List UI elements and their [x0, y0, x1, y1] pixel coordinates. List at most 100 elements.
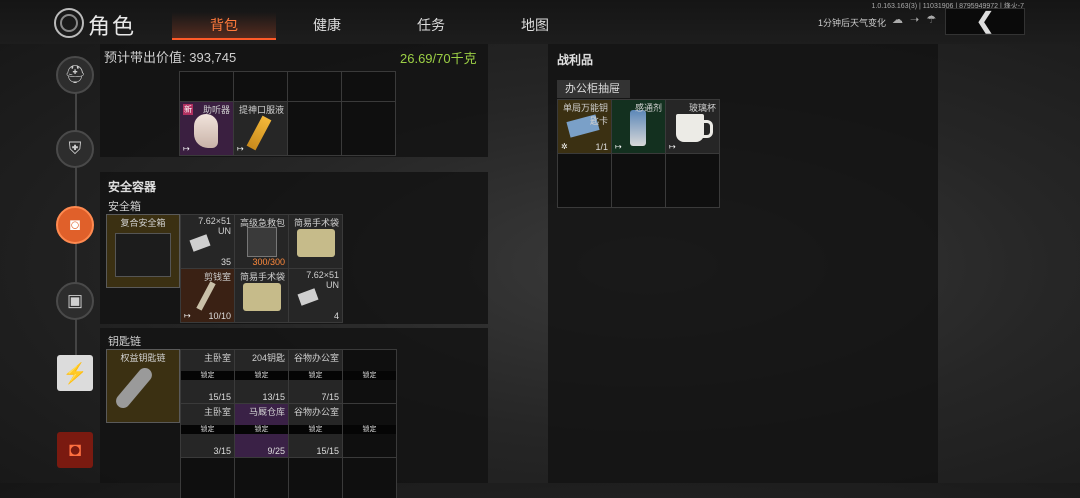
new-badge: 新: [183, 104, 193, 115]
key-slot[interactable]: 主卧室 锁定 3/15: [180, 403, 235, 458]
loot-source-tab[interactable]: 办公柜抽屉: [557, 80, 630, 98]
keychain-icon: [113, 365, 155, 411]
loot-title: 战利品: [557, 53, 594, 67]
item-count: 10/10: [208, 311, 231, 321]
item-count: 4: [333, 311, 339, 321]
key-icon: [196, 281, 216, 311]
item-count: 3/15: [213, 446, 231, 456]
item-name: 谷物办公室: [293, 407, 339, 417]
loot-empty-cell[interactable]: [557, 153, 612, 208]
item-surgery-kit[interactable]: 简易手术袋: [288, 214, 343, 269]
estimated-value: 预计带出价值: 393,745: [104, 47, 236, 66]
grid-cell[interactable]: [179, 71, 234, 102]
item-name: 权益钥匙链: [120, 353, 166, 363]
item-name: 剪钱室: [203, 272, 231, 282]
item-ammo[interactable]: 7.62×51 UN 35: [180, 214, 235, 269]
keychain-item[interactable]: 权益钥匙链: [106, 349, 180, 423]
secure-title: 安全容器: [108, 180, 157, 194]
lock-label: 锁定: [181, 425, 234, 434]
item-glass-cup[interactable]: 玻璃杯 ↦: [665, 99, 720, 154]
bag-icon[interactable]: ◘: [57, 432, 93, 468]
item-master-keycard[interactable]: 单局万能钥 匙卡 ✲ 1/1: [557, 99, 612, 154]
key-slot[interactable]: 锁定: [342, 349, 397, 404]
grid-cell[interactable]: [341, 101, 396, 156]
lock-label: 锁定: [235, 425, 288, 434]
item-name: 主卧室: [203, 353, 231, 363]
key-slot[interactable]: [288, 457, 343, 498]
key-slot[interactable]: 主卧室 锁定 15/15: [180, 349, 235, 404]
case-icon: [115, 233, 171, 277]
key-slot[interactable]: 谷物办公室 锁定 15/15: [288, 403, 343, 458]
item-count: 7/15: [321, 392, 339, 402]
medkit-icon: [247, 227, 277, 257]
hearing-aid-icon: [194, 114, 218, 148]
key-slot[interactable]: [234, 457, 289, 498]
keychain-grid: 主卧室 锁定 15/15 204钥匙 锁定 13/15 谷物办公室 锁定 7/1…: [180, 349, 397, 498]
weather-label: 1分钟后天气变化: [818, 18, 887, 28]
key-slot[interactable]: 谷物办公室 锁定 7/15: [288, 349, 343, 404]
ammo-icon: [297, 288, 319, 306]
tab-tasks[interactable]: 任务: [379, 12, 483, 38]
spray-can-icon: [630, 110, 646, 146]
backpack-icon[interactable]: ◙: [56, 206, 94, 244]
grid-cell[interactable]: [233, 71, 288, 102]
tab-health[interactable]: 健康: [275, 12, 379, 38]
grid-cell[interactable]: [341, 71, 396, 102]
weather-icon: ☁ ➝ ☂: [892, 14, 939, 26]
secure-subtitle: 安全箱: [108, 201, 141, 213]
item-count: 1/1: [595, 142, 608, 152]
armor-icon[interactable]: ⛨: [56, 130, 94, 168]
loot-empty-cell[interactable]: [665, 153, 720, 208]
item-name: 玻璃杯: [688, 103, 716, 113]
tab-map[interactable]: 地图: [483, 12, 587, 38]
item-name: 简易手术袋: [239, 272, 285, 282]
item-key[interactable]: 剪钱室 ↦ 10/10: [180, 268, 235, 323]
item-medkit[interactable]: 高级急救包 300/300: [234, 214, 289, 269]
item-name: 主卧室: [203, 407, 231, 417]
estimated-amount: 393,745: [189, 50, 237, 65]
key-slot[interactable]: 马厩仓库 锁定 9/25: [234, 403, 289, 458]
injector-icon: [246, 115, 272, 151]
item-surgery-kit[interactable]: 简易手术袋: [234, 268, 289, 323]
keychain-title: 钥匙链: [108, 336, 141, 348]
lock-label: 锁定: [181, 371, 234, 380]
loot-empty-cell[interactable]: [611, 153, 666, 208]
item-count: 15/15: [208, 392, 231, 402]
helmet-icon[interactable]: ⛑: [56, 56, 94, 94]
lock-label: 锁定: [343, 371, 396, 380]
tab-backpack[interactable]: 背包: [172, 12, 276, 40]
skill-icon[interactable]: ⚡: [57, 355, 93, 391]
item-name: 高级急救包: [239, 218, 285, 228]
surgery-kit-icon: [243, 283, 281, 311]
case-icon[interactable]: ▣: [56, 282, 94, 320]
mug-handle-icon: [702, 120, 713, 138]
key-slot[interactable]: [342, 457, 397, 498]
item-ammo[interactable]: 7.62×51 UN 4: [288, 268, 343, 323]
item-name: 谷物办公室: [293, 353, 339, 363]
key-slot[interactable]: 锁定: [342, 403, 397, 458]
key-slot[interactable]: 204钥匙 锁定 13/15: [234, 349, 289, 404]
grid-cell[interactable]: [287, 101, 342, 156]
key-slot[interactable]: [180, 457, 235, 498]
item-stim-injector[interactable]: 提神口服液 ↦: [233, 101, 288, 156]
item-name: 提神口服液: [238, 105, 284, 115]
lock-label: 锁定: [235, 371, 288, 380]
item-corner: ↦: [183, 144, 190, 153]
item-hearing-aid[interactable]: 新 助听器 ↦: [179, 101, 234, 156]
item-corner: ↦: [237, 144, 244, 153]
item-corner: ✲: [561, 142, 568, 151]
item-name: 马厩仓库: [248, 407, 285, 417]
surgery-kit-icon: [297, 229, 335, 257]
item-name: 7.62×51 UN: [306, 270, 339, 290]
secure-case-item[interactable]: 复合安全箱: [106, 214, 180, 288]
item-name: 助听器: [202, 105, 230, 115]
back-button[interactable]: ❮: [945, 8, 1025, 35]
item-corner: ↦: [669, 142, 676, 151]
item-count: 35: [220, 257, 231, 267]
grid-cell[interactable]: [287, 71, 342, 102]
item-name: 感通剂: [634, 103, 662, 113]
secure-grid: 7.62×51 UN 35 高级急救包 300/300 简易手术袋 剪钱室 ↦ …: [180, 214, 343, 323]
item-corner: ↦: [615, 142, 622, 151]
item-spray[interactable]: 感通剂 ↦: [611, 99, 666, 154]
item-count: 13/15: [262, 392, 285, 402]
